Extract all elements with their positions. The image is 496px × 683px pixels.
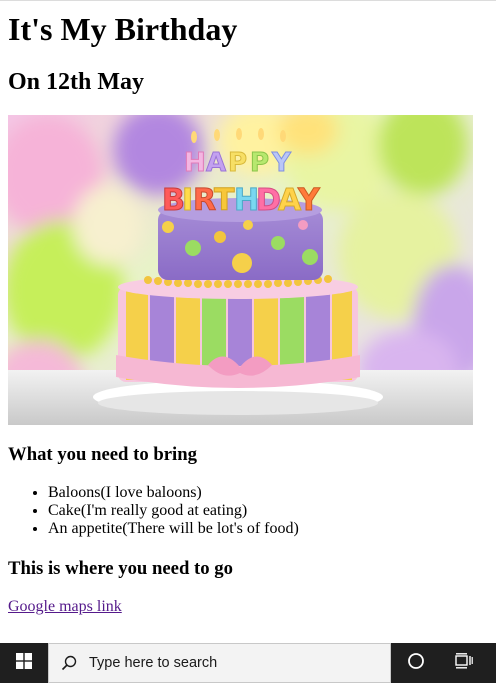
list-item: An appetite(There will be lot's of food): [48, 520, 299, 538]
search-placeholder: Type here to search: [89, 655, 218, 671]
window-top-border: [0, 0, 496, 1]
windows-start-icon: [16, 652, 32, 674]
bring-heading: What you need to bring: [8, 444, 197, 465]
search-icon: [49, 643, 89, 683]
taskbar: Type here to search: [0, 643, 496, 683]
svg-text:Y: Y: [271, 148, 292, 178]
svg-text:A: A: [206, 148, 226, 178]
cortana-icon: [407, 652, 425, 675]
google-maps-link[interactable]: Google maps link: [8, 597, 122, 616]
taskbar-search-box[interactable]: Type here to search: [48, 643, 391, 683]
birthday-cake-image: H A P P Y B I R T H D A Y: [8, 115, 473, 425]
svg-text:P: P: [250, 148, 269, 178]
svg-text:R: R: [193, 183, 216, 218]
bring-list: Baloons(I love baloons) Cake(I'm really …: [8, 484, 299, 538]
start-button[interactable]: [0, 643, 48, 683]
svg-text:I: I: [182, 183, 193, 218]
list-item: Baloons(I love baloons): [48, 484, 299, 502]
task-view-icon: [455, 652, 473, 674]
svg-text:H: H: [184, 148, 206, 178]
svg-text:P: P: [228, 148, 247, 178]
list-item: Cake(I'm really good at eating): [48, 502, 299, 520]
svg-text:T: T: [214, 183, 235, 218]
cortana-button[interactable]: [392, 643, 440, 683]
page-subtitle: On 12th May: [8, 69, 145, 95]
task-view-button[interactable]: [440, 643, 488, 683]
location-heading: This is where you need to go: [8, 558, 233, 579]
page-title: It's My Birthday: [8, 11, 238, 47]
svg-text:Y: Y: [297, 183, 321, 218]
